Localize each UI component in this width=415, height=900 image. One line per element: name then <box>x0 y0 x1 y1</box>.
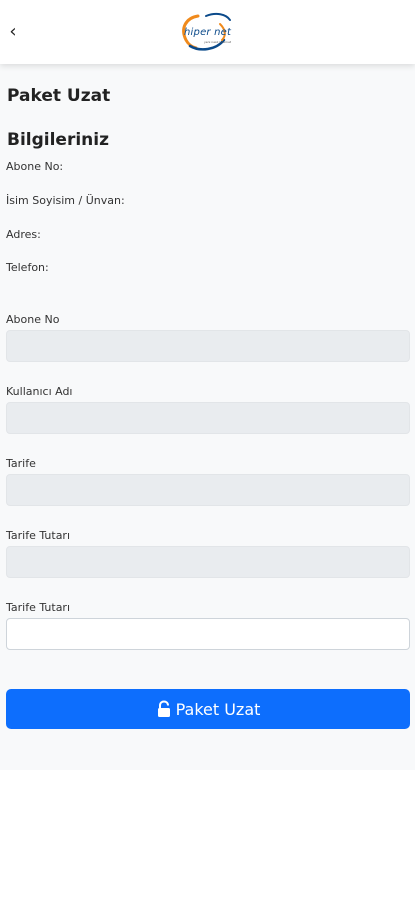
logo-wordmark: hiper net <box>184 27 232 38</box>
info-address-label: Adres: <box>6 228 41 241</box>
info-subscriber-no-label: Abone No: <box>6 160 64 173</box>
tariff-field <box>6 474 410 506</box>
main-content: Paket Uzat Bilgileriniz Abone No: İsim S… <box>0 64 415 770</box>
hipernet-logo: hiper net yeni nesil internet <box>176 10 248 54</box>
info-section-title: Bilgileriniz <box>7 130 109 150</box>
subscriber-no-label: Abone No <box>6 313 60 326</box>
tariff-amount-label: Tarife Tutarı <box>6 529 71 542</box>
logo-tagline: yeni nesil internet <box>204 40 232 44</box>
tariff-amount-input-label: Tarife Tutarı <box>6 601 71 614</box>
chevron-left-icon: ‹ <box>9 21 17 42</box>
info-phone-label: Telefon: <box>6 261 49 274</box>
extend-package-label: Paket Uzat <box>175 699 261 719</box>
back-button[interactable]: ‹ <box>2 20 24 44</box>
lock-icon <box>157 700 170 717</box>
username-field <box>6 402 410 434</box>
subscriber-no-field <box>6 330 410 362</box>
extend-package-button[interactable]: Paket Uzat <box>6 689 410 729</box>
page-title: Paket Uzat <box>7 86 111 106</box>
info-name-label: İsim Soyisim / Ünvan: <box>6 194 125 207</box>
tariff-amount-field <box>6 546 410 578</box>
username-label: Kullanıcı Adı <box>6 385 73 398</box>
tariff-label: Tarife <box>6 457 36 470</box>
tariff-amount-input[interactable] <box>6 618 410 650</box>
app-header: ‹ hiper net yeni nesil internet <box>0 0 415 64</box>
